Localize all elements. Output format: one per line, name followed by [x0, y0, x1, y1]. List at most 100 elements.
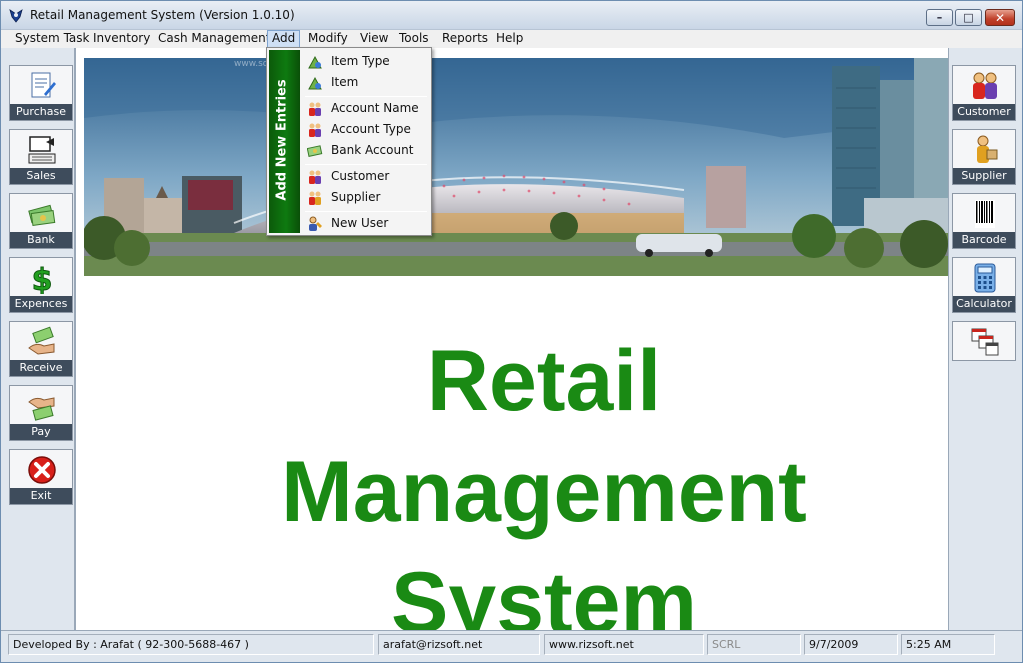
add-item-type[interactable]: Item Type: [303, 51, 429, 72]
calculator-button[interactable]: Calculator: [952, 257, 1016, 313]
window-title: Retail Management System (Version 1.0.10…: [30, 8, 295, 22]
add-supplier[interactable]: Supplier: [303, 187, 429, 208]
bank-icon: [28, 204, 56, 227]
status-website: www.rizsoft.net: [544, 634, 704, 655]
brand-title: Retail Management System: [76, 326, 1012, 659]
calculator-label: Calculator: [953, 296, 1015, 312]
menu-view[interactable]: View: [360, 30, 388, 48]
menu-help[interactable]: Help: [496, 30, 523, 48]
customer-icon: [309, 170, 321, 184]
sales-button[interactable]: Sales: [9, 129, 73, 185]
menu-separator: [305, 96, 427, 97]
exit-label: Exit: [10, 488, 72, 504]
banner-image: www.softpedia.com: [84, 58, 948, 276]
app-window: Retail Management System (Version 1.0.10…: [0, 0, 1023, 663]
close-icon: ✕: [994, 10, 1006, 25]
supplier-button[interactable]: Supplier: [952, 129, 1016, 185]
menu-inventory[interactable]: Inventory: [93, 30, 150, 48]
receive-icon: [28, 326, 55, 355]
add-account-type[interactable]: Account Type: [303, 119, 429, 140]
customer-label: Customer: [331, 169, 390, 183]
barcode-icon: [975, 200, 995, 228]
status-developer: Developed By : Arafat ( 92-300-5688-467 …: [8, 634, 374, 655]
new-user-icon: [309, 216, 322, 231]
add-item[interactable]: Item: [303, 72, 429, 93]
status-bar: Developed By : Arafat ( 92-300-5688-467 …: [1, 630, 1022, 662]
minimize-icon: –: [936, 11, 943, 24]
right-toolbar: Customer Supplier Barcode Calculator: [948, 48, 1022, 630]
new-user-label: New User: [331, 216, 389, 230]
dollar-icon: $: [31, 263, 53, 295]
item-type-icon: [308, 55, 322, 69]
pay-label: Pay: [10, 424, 72, 440]
sales-icon: [28, 136, 56, 164]
brand-line-1: Retail: [426, 333, 662, 429]
barcode-button[interactable]: Barcode: [952, 193, 1016, 249]
customer-label: Customer: [953, 104, 1015, 120]
supplier-label: Supplier: [331, 190, 381, 204]
title-bar: Retail Management System (Version 1.0.10…: [1, 1, 1022, 30]
add-menu-side-title: Add New Entries: [274, 79, 290, 201]
menu-tools[interactable]: Tools: [399, 30, 429, 48]
account-name-label: Account Name: [331, 101, 419, 115]
status-time: 5:25 AM: [901, 634, 995, 655]
add-bank-account[interactable]: Bank Account: [303, 140, 429, 161]
supplier-icon: [977, 135, 998, 163]
exit-button[interactable]: Exit: [9, 449, 73, 505]
receive-button[interactable]: Receive: [9, 321, 73, 377]
purchase-label: Purchase: [10, 104, 72, 120]
app-icon: [9, 9, 23, 23]
purchase-icon: [31, 72, 56, 98]
status-email: arafat@rizsoft.net: [378, 634, 540, 655]
barcode-label: Barcode: [953, 232, 1015, 248]
menu-bar: System Task Inventory Cash Management Ad…: [1, 30, 1022, 48]
menu-reports[interactable]: Reports: [442, 30, 488, 48]
supplier-icon: [309, 191, 321, 205]
add-menu-dropdown: Add New Entries Item Type Item Account N…: [266, 47, 432, 236]
receive-label: Receive: [10, 360, 72, 376]
menu-separator: [305, 211, 427, 212]
item-type-label: Item Type: [331, 54, 390, 68]
bank-account-icon: [307, 145, 323, 157]
menu-modify[interactable]: Modify: [308, 30, 348, 48]
supplier-label: Supplier: [953, 168, 1015, 184]
main-panel: www.softpedia.com Retail Management Syst…: [76, 48, 948, 651]
item-icon: [308, 76, 322, 90]
expences-button[interactable]: $ Expences: [9, 257, 73, 313]
minimize-button[interactable]: –: [926, 9, 953, 26]
account-type-icon: [309, 123, 321, 137]
bank-account-label: Bank Account: [331, 143, 414, 157]
pay-button[interactable]: Pay: [9, 385, 73, 441]
add-customer[interactable]: Customer: [303, 166, 429, 187]
add-new-user[interactable]: New User: [303, 213, 429, 234]
calculator-icon: [974, 263, 996, 293]
pay-icon: [28, 397, 55, 421]
customer-icon: [973, 72, 997, 99]
bank-button[interactable]: Bank: [9, 193, 73, 249]
windows-icon: [971, 328, 999, 356]
status-date: 9/7/2009: [804, 634, 898, 655]
svg-text:$: $: [32, 263, 53, 294]
expences-label: Expences: [10, 296, 72, 312]
purchase-button[interactable]: Purchase: [9, 65, 73, 121]
brand-line-2: Management: [281, 444, 807, 540]
windows-button[interactable]: [952, 321, 1016, 361]
item-label: Item: [331, 75, 359, 89]
exit-icon: [28, 456, 56, 484]
menu-system-task[interactable]: System Task: [15, 30, 89, 48]
close-button[interactable]: ✕: [985, 9, 1015, 26]
left-toolbar: Purchase Sales Bank $ Expences Receive P…: [1, 48, 76, 630]
customer-button[interactable]: Customer: [952, 65, 1016, 121]
add-menu-sidebar: Add New Entries: [269, 50, 300, 233]
bank-label: Bank: [10, 232, 72, 248]
maximize-icon: □: [963, 11, 974, 24]
menu-separator: [305, 164, 427, 165]
account-name-icon: [309, 102, 321, 116]
add-account-name[interactable]: Account Name: [303, 98, 429, 119]
status-scrl: SCRL: [707, 634, 801, 655]
menu-add[interactable]: Add: [267, 30, 301, 48]
maximize-button[interactable]: □: [955, 9, 982, 26]
menu-cash-management[interactable]: Cash Management: [158, 30, 270, 48]
account-type-label: Account Type: [331, 122, 411, 136]
sales-label: Sales: [10, 168, 72, 184]
